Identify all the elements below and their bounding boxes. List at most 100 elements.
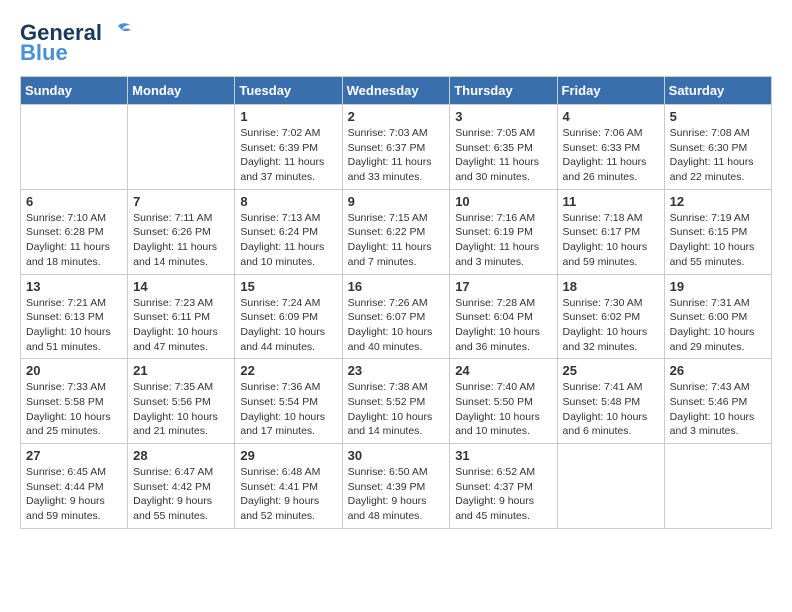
logo: General Blue: [20, 20, 132, 66]
day-info: Sunrise: 7:28 AM Sunset: 6:04 PM Dayligh…: [455, 296, 551, 355]
week-row-4: 20Sunrise: 7:33 AM Sunset: 5:58 PM Dayli…: [21, 359, 772, 444]
day-info: Sunrise: 7:36 AM Sunset: 5:54 PM Dayligh…: [240, 380, 336, 439]
day-info: Sunrise: 7:16 AM Sunset: 6:19 PM Dayligh…: [455, 211, 551, 270]
calendar-cell: 15 Sunrise: 7:24 AM Sunset: 6:09 PM Dayli…: [235, 274, 342, 359]
day-number: 8: [240, 194, 336, 209]
day-number: 7: [133, 194, 229, 209]
calendar-cell: 7 Sunrise: 7:11 AM Sunset: 6:26 PM Daylig…: [128, 189, 235, 274]
calendar-cell: 25 Sunrise: 7:41 AM Sunset: 5:48 PM Dayli…: [557, 359, 664, 444]
day-info: Sunrise: 7:19 AM Sunset: 6:15 PM Dayligh…: [670, 211, 766, 270]
weekday-header-tuesday: Tuesday: [235, 77, 342, 105]
calendar-cell: 11Sunrise: 7:18 AM Sunset: 6:17 PM Dayli…: [557, 189, 664, 274]
day-info: Sunrise: 6:45 AM Sunset: 4:44 PM Dayligh…: [26, 465, 122, 524]
day-info: Sunrise: 6:48 AM Sunset: 4:41 PM Dayligh…: [240, 465, 336, 524]
day-info: Sunrise: 6:52 AM Sunset: 4:37 PM Dayligh…: [455, 465, 551, 524]
calendar-cell: 8Sunrise: 7:13 AM Sunset: 6:24 PM Daylig…: [235, 189, 342, 274]
calendar-cell: 10 Sunrise: 7:16 AM Sunset: 6:19 PM Dayli…: [450, 189, 557, 274]
day-info: Sunrise: 7:21 AM Sunset: 6:13 PM Dayligh…: [26, 296, 122, 355]
weekday-header-row: SundayMondayTuesdayWednesdayThursdayFrid…: [21, 77, 772, 105]
day-number: 18: [563, 279, 659, 294]
calendar-cell: [21, 105, 128, 190]
day-info: Sunrise: 7:10 AM Sunset: 6:28 PM Dayligh…: [26, 211, 122, 270]
calendar-cell: 23 Sunrise: 7:38 AM Sunset: 5:52 PM Dayli…: [342, 359, 450, 444]
day-number: 21: [133, 363, 229, 378]
calendar-cell: 24 Sunrise: 7:40 AM Sunset: 5:50 PM Dayli…: [450, 359, 557, 444]
calendar-cell: 22 Sunrise: 7:36 AM Sunset: 5:54 PM Dayli…: [235, 359, 342, 444]
day-info: Sunrise: 7:23 AM Sunset: 6:11 PM Dayligh…: [133, 296, 229, 355]
day-info: Sunrise: 7:43 AM Sunset: 5:46 PM Dayligh…: [670, 380, 766, 439]
calendar-cell: 1 Sunrise: 7:02 AM Sunset: 6:39 PM Daylig…: [235, 105, 342, 190]
day-number: 29: [240, 448, 336, 463]
calendar-cell: 6 Sunrise: 7:10 AM Sunset: 6:28 PM Daylig…: [21, 189, 128, 274]
day-info: Sunrise: 6:50 AM Sunset: 4:39 PM Dayligh…: [348, 465, 445, 524]
day-info: Sunrise: 7:06 AM Sunset: 6:33 PM Dayligh…: [563, 126, 659, 185]
day-info: Sunrise: 7:31 AM Sunset: 6:00 PM Dayligh…: [670, 296, 766, 355]
logo-blue-text: Blue: [20, 40, 68, 66]
day-number: 9: [348, 194, 445, 209]
calendar-table: SundayMondayTuesdayWednesdayThursdayFrid…: [20, 76, 772, 529]
day-number: 12: [670, 194, 766, 209]
day-number: 3: [455, 109, 551, 124]
calendar-cell: 13 Sunrise: 7:21 AM Sunset: 6:13 PM Dayli…: [21, 274, 128, 359]
day-number: 13: [26, 279, 122, 294]
calendar-cell: [557, 444, 664, 529]
day-info: Sunrise: 7:05 AM Sunset: 6:35 PM Dayligh…: [455, 126, 551, 185]
calendar-cell: 27 Sunrise: 6:45 AM Sunset: 4:44 PM Dayli…: [21, 444, 128, 529]
day-number: 11: [563, 194, 659, 209]
calendar-cell: [128, 105, 235, 190]
calendar-cell: 18 Sunrise: 7:30 AM Sunset: 6:02 PM Dayli…: [557, 274, 664, 359]
weekday-header-thursday: Thursday: [450, 77, 557, 105]
day-info: Sunrise: 7:02 AM Sunset: 6:39 PM Dayligh…: [240, 126, 336, 185]
day-number: 28: [133, 448, 229, 463]
calendar-cell: 5 Sunrise: 7:08 AM Sunset: 6:30 PM Daylig…: [664, 105, 771, 190]
day-info: Sunrise: 7:26 AM Sunset: 6:07 PM Dayligh…: [348, 296, 445, 355]
day-info: Sunrise: 7:08 AM Sunset: 6:30 PM Dayligh…: [670, 126, 766, 185]
calendar-cell: 3 Sunrise: 7:05 AM Sunset: 6:35 PM Daylig…: [450, 105, 557, 190]
day-number: 5: [670, 109, 766, 124]
calendar-cell: 28Sunrise: 6:47 AM Sunset: 4:42 PM Dayli…: [128, 444, 235, 529]
day-number: 4: [563, 109, 659, 124]
day-number: 22: [240, 363, 336, 378]
day-number: 17: [455, 279, 551, 294]
day-number: 25: [563, 363, 659, 378]
week-row-3: 13 Sunrise: 7:21 AM Sunset: 6:13 PM Dayli…: [21, 274, 772, 359]
day-info: Sunrise: 7:38 AM Sunset: 5:52 PM Dayligh…: [348, 380, 445, 439]
calendar-cell: 16 Sunrise: 7:26 AM Sunset: 6:07 PM Dayli…: [342, 274, 450, 359]
calendar-cell: 17 Sunrise: 7:28 AM Sunset: 6:04 PM Dayli…: [450, 274, 557, 359]
day-number: 6: [26, 194, 122, 209]
day-info: Sunrise: 7:03 AM Sunset: 6:37 PM Dayligh…: [348, 126, 445, 185]
day-number: 16: [348, 279, 445, 294]
day-number: 23: [348, 363, 445, 378]
day-number: 14: [133, 279, 229, 294]
calendar-cell: 31 Sunrise: 6:52 AM Sunset: 4:37 PM Dayli…: [450, 444, 557, 529]
calendar-cell: 30 Sunrise: 6:50 AM Sunset: 4:39 PM Dayli…: [342, 444, 450, 529]
day-info: Sunrise: 7:30 AM Sunset: 6:02 PM Dayligh…: [563, 296, 659, 355]
calendar-cell: 14 Sunrise: 7:23 AM Sunset: 6:11 PM Dayli…: [128, 274, 235, 359]
day-info: Sunrise: 7:35 AM Sunset: 5:56 PM Dayligh…: [133, 380, 229, 439]
logo-bird-icon: [104, 22, 132, 44]
calendar-cell: 9 Sunrise: 7:15 AM Sunset: 6:22 PM Daylig…: [342, 189, 450, 274]
week-row-5: 27 Sunrise: 6:45 AM Sunset: 4:44 PM Dayli…: [21, 444, 772, 529]
day-number: 27: [26, 448, 122, 463]
day-number: 2: [348, 109, 445, 124]
day-number: 15: [240, 279, 336, 294]
calendar-cell: 20Sunrise: 7:33 AM Sunset: 5:58 PM Dayli…: [21, 359, 128, 444]
day-number: 30: [348, 448, 445, 463]
weekday-header-saturday: Saturday: [664, 77, 771, 105]
day-info: Sunrise: 7:15 AM Sunset: 6:22 PM Dayligh…: [348, 211, 445, 270]
day-number: 24: [455, 363, 551, 378]
calendar-cell: 2 Sunrise: 7:03 AM Sunset: 6:37 PM Daylig…: [342, 105, 450, 190]
calendar-cell: 29 Sunrise: 6:48 AM Sunset: 4:41 PM Dayli…: [235, 444, 342, 529]
day-info: Sunrise: 7:11 AM Sunset: 6:26 PM Dayligh…: [133, 211, 229, 270]
day-info: Sunrise: 7:40 AM Sunset: 5:50 PM Dayligh…: [455, 380, 551, 439]
week-row-1: 1 Sunrise: 7:02 AM Sunset: 6:39 PM Daylig…: [21, 105, 772, 190]
day-number: 10: [455, 194, 551, 209]
day-info: Sunrise: 7:24 AM Sunset: 6:09 PM Dayligh…: [240, 296, 336, 355]
day-number: 31: [455, 448, 551, 463]
calendar-cell: 21 Sunrise: 7:35 AM Sunset: 5:56 PM Dayli…: [128, 359, 235, 444]
calendar-cell: 26Sunrise: 7:43 AM Sunset: 5:46 PM Dayli…: [664, 359, 771, 444]
calendar-cell: [664, 444, 771, 529]
day-info: Sunrise: 7:41 AM Sunset: 5:48 PM Dayligh…: [563, 380, 659, 439]
weekday-header-sunday: Sunday: [21, 77, 128, 105]
day-number: 1: [240, 109, 336, 124]
